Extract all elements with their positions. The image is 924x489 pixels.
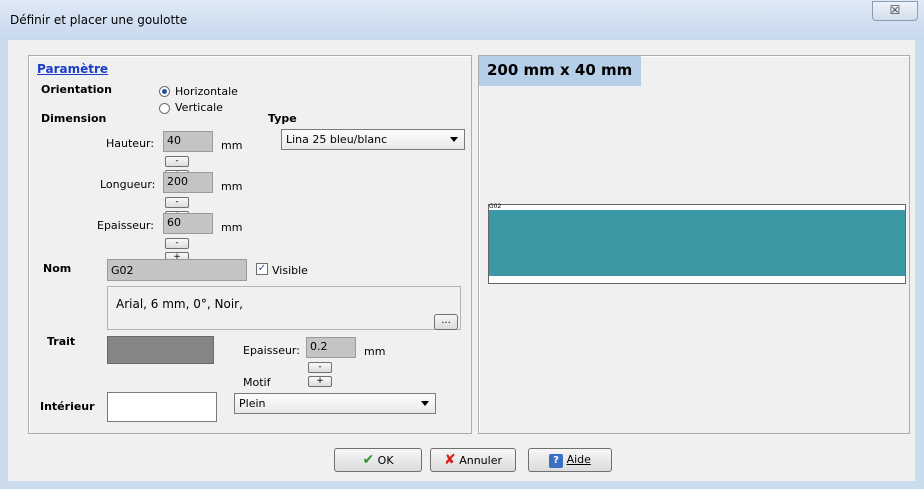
motif-label: Motif xyxy=(243,376,271,389)
longueur-input[interactable]: 200 xyxy=(163,172,213,193)
motif-select[interactable]: Plein xyxy=(234,393,436,414)
interieur-label: Intérieur xyxy=(40,400,95,413)
window-title: Définir et placer une goulotte xyxy=(10,13,188,27)
trait-label: Trait xyxy=(47,335,76,348)
epaisseur-input[interactable]: 60 xyxy=(163,213,213,234)
preview-size-label: 200 mm x 40 mm xyxy=(479,56,641,86)
nom-input[interactable]: G02 xyxy=(107,259,247,281)
close-button[interactable]: ☒ xyxy=(872,1,918,21)
close-icon: ✘ xyxy=(443,452,456,468)
visible-label: Visible xyxy=(272,264,308,277)
type-label: Type xyxy=(268,112,297,125)
trait-epaisseur-input[interactable]: 0.2 xyxy=(306,337,356,358)
help-button-label: Aide xyxy=(566,453,591,466)
motif-select-value: Plein xyxy=(239,397,266,410)
orientation-horizontal-radio[interactable] xyxy=(159,86,170,97)
help-icon: ? xyxy=(549,454,564,468)
type-select-value: Lina 25 bleu/blanc xyxy=(286,133,388,146)
preview-code: G02 xyxy=(489,203,502,210)
epaisseur-label: Epaisseur: xyxy=(97,219,154,232)
trait-unit: mm xyxy=(364,345,386,358)
orientation-label: Orientation xyxy=(41,83,112,96)
trait-color-swatch[interactable] xyxy=(107,336,214,364)
longueur-label: Longueur: xyxy=(100,178,156,191)
dimension-label: Dimension xyxy=(41,112,107,125)
epaisseur-minus-button[interactable]: - xyxy=(165,238,189,249)
font-settings-button[interactable]: ... xyxy=(434,314,458,330)
ok-button[interactable]: ✔ OK xyxy=(334,448,422,472)
preview-goulotte-body xyxy=(489,210,905,276)
orientation-vertical-radio[interactable] xyxy=(159,103,170,114)
chevron-down-icon xyxy=(421,401,429,406)
trait-plus-button[interactable]: + xyxy=(308,376,332,387)
longueur-unit: mm xyxy=(221,180,243,193)
trait-minus-button[interactable]: - xyxy=(308,362,332,373)
hauteur-label: Hauteur: xyxy=(106,137,155,150)
epaisseur-stepper: -+ xyxy=(165,235,215,263)
trait-stepper: -+ xyxy=(308,359,358,387)
checkmark-icon: ✔ xyxy=(362,452,375,468)
type-select[interactable]: Lina 25 bleu/blanc xyxy=(281,129,465,150)
hauteur-unit: mm xyxy=(221,139,243,152)
interieur-color-swatch[interactable] xyxy=(107,392,217,422)
longueur-minus-button[interactable]: - xyxy=(165,197,189,208)
font-description: Arial, 6 mm, 0°, Noir, xyxy=(116,297,243,311)
trait-epaisseur-label: Epaisseur: xyxy=(243,344,300,357)
parameters-header: Paramètre xyxy=(37,62,109,76)
ok-button-label: OK xyxy=(377,454,394,467)
visible-checkbox[interactable]: ✓ xyxy=(256,263,268,275)
nom-label: Nom xyxy=(43,262,72,275)
hauteur-stepper: -+ xyxy=(165,153,215,181)
help-button[interactable]: ? Aide xyxy=(528,448,612,472)
hauteur-input[interactable]: 40 xyxy=(163,131,213,152)
cancel-button-label: Annuler xyxy=(459,454,503,467)
hauteur-minus-button[interactable]: - xyxy=(165,156,189,167)
cancel-button[interactable]: ✘ Annuler xyxy=(430,448,516,472)
chevron-down-icon xyxy=(450,137,458,142)
longueur-stepper: -+ xyxy=(165,194,215,222)
orientation-vertical-label: Verticale xyxy=(175,101,223,114)
orientation-horizontal-label: Horizontale xyxy=(175,85,238,98)
epaisseur-unit: mm xyxy=(221,221,243,234)
